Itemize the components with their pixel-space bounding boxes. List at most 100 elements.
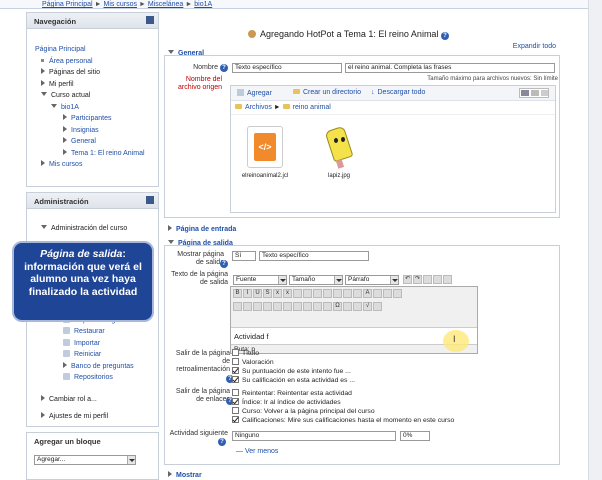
ltr-icon[interactable] <box>383 289 392 298</box>
checkbox[interactable] <box>232 398 239 405</box>
rtl-icon[interactable] <box>393 289 402 298</box>
show-exit-select[interactable]: Sí <box>232 251 256 261</box>
align-center-icon[interactable] <box>303 289 312 298</box>
link-icon[interactable] <box>273 302 282 311</box>
spellcheck-icon[interactable]: √ <box>363 302 372 311</box>
dock-icon[interactable] <box>146 16 154 24</box>
show-section-header[interactable]: Mostrar <box>168 471 202 479</box>
checkbox-option[interactable]: Su puntuación de este intento fue ... <box>232 367 351 376</box>
admin-item[interactable]: Banco de preguntas <box>33 361 152 373</box>
add-file-button[interactable]: Agregar <box>237 89 272 97</box>
file-item[interactable]: lapiz.jpg <box>313 125 365 179</box>
find-icon[interactable] <box>423 275 432 284</box>
nav-item[interactable]: Páginas del sitio <box>33 67 152 79</box>
replace-icon[interactable] <box>433 275 442 284</box>
create-folder-button[interactable]: Crear un directorio <box>293 89 361 96</box>
help-icon[interactable]: ? <box>440 32 449 40</box>
special-char-icon[interactable]: Ω <box>333 302 342 311</box>
unlink-icon[interactable] <box>283 302 292 311</box>
checkbox[interactable] <box>232 367 239 374</box>
numbered-list-icon[interactable] <box>243 302 252 311</box>
emoticon-icon[interactable] <box>323 302 332 311</box>
align-left-icon[interactable] <box>293 289 302 298</box>
admin-item[interactable]: Administración del curso <box>33 223 152 235</box>
font-select[interactable]: Fuente <box>233 275 287 285</box>
superscript-icon[interactable]: x <box>283 289 292 298</box>
exit-text-source-select[interactable]: Texto específico <box>259 251 369 261</box>
bold-icon[interactable]: B <box>233 289 242 298</box>
editor-content[interactable]: Actividad f <box>231 327 477 345</box>
breadcrumb-category[interactable]: Miscelánea <box>148 1 183 8</box>
nav-item[interactable]: bio1A <box>33 102 152 114</box>
image-icon[interactable] <box>303 302 312 311</box>
nav-item[interactable]: Página Principal <box>33 44 152 56</box>
nav-item[interactable]: Mis cursos <box>33 159 152 171</box>
nav-item[interactable]: Área personal <box>33 56 152 68</box>
clean-icon[interactable] <box>333 289 342 298</box>
background-color-icon[interactable] <box>373 289 382 298</box>
breadcrumb-home[interactable]: Página Principal <box>42 1 93 8</box>
bullet-list-icon[interactable] <box>233 302 242 311</box>
name-input[interactable]: el reino animal. Completa las frases <box>345 63 555 73</box>
admin-item[interactable]: Importar <box>33 338 152 350</box>
checkbox[interactable] <box>232 349 239 356</box>
breadcrumb-my-courses[interactable]: Mis cursos <box>104 1 137 8</box>
admin-item[interactable]: Repositorios <box>33 372 152 384</box>
paste-text-icon[interactable] <box>343 289 352 298</box>
admin-item[interactable]: Ajustes de mi perfil <box>33 411 152 423</box>
list-view-icon[interactable] <box>531 90 539 96</box>
see-less-link[interactable]: — Ver menos <box>236 448 278 455</box>
undo-icon[interactable]: ↶ <box>403 275 412 284</box>
scrollbar[interactable] <box>588 0 602 480</box>
next-activity-select[interactable]: Ninguno <box>232 431 396 441</box>
grid-view-icon[interactable] <box>521 90 529 96</box>
nav-item[interactable]: General <box>33 136 152 148</box>
name-source-select[interactable]: Texto específico <box>232 63 342 73</box>
align-right-icon[interactable] <box>313 289 322 298</box>
checkbox[interactable] <box>232 389 239 396</box>
nolink-icon[interactable] <box>373 302 382 311</box>
checkbox[interactable] <box>232 416 239 423</box>
nav-item[interactable]: Curso actual <box>33 90 152 102</box>
redo-icon[interactable]: ↷ <box>413 275 422 284</box>
subscript-icon[interactable]: x <box>273 289 282 298</box>
checkbox-option[interactable]: Calificaciones: Mire sus calificaciones … <box>232 416 454 425</box>
checkbox-option[interactable]: Valoración <box>232 358 274 367</box>
entry-page-section-header[interactable]: Página de entrada <box>168 225 236 233</box>
checkbox-option[interactable]: Su calificación en esta actividad es ... <box>232 376 355 385</box>
tree-view-icon[interactable] <box>541 90 548 96</box>
expand-all-link[interactable]: Expandir todo <box>513 43 556 50</box>
paragraph-select[interactable]: Párrafo <box>345 275 399 285</box>
checkbox-option[interactable]: Curso: Volver a la página principal del … <box>232 407 375 416</box>
breadcrumb-course[interactable]: bio1A <box>194 1 212 8</box>
paste-word-icon[interactable] <box>353 289 362 298</box>
table-icon[interactable] <box>343 302 352 311</box>
html-icon[interactable] <box>353 302 362 311</box>
strike-icon[interactable]: S <box>263 289 272 298</box>
admin-item[interactable]: Reiniciar <box>33 349 152 361</box>
nav-item[interactable]: Mi perfil <box>33 79 152 91</box>
checkbox[interactable] <box>232 376 239 383</box>
nav-item[interactable]: Insignias <box>33 125 152 137</box>
next-activity-percent-select[interactable]: 0% <box>400 431 430 441</box>
size-select[interactable]: Tamaño <box>289 275 343 285</box>
path-root[interactable]: Archivos <box>245 104 272 111</box>
checkbox[interactable] <box>232 407 239 414</box>
media-icon[interactable] <box>313 302 322 311</box>
view-mode-toggle[interactable] <box>519 88 549 98</box>
indent-icon[interactable] <box>263 302 272 311</box>
outdent-icon[interactable] <box>253 302 262 311</box>
file-item[interactable]: </> elreinoanimal2.jcl <box>239 126 291 179</box>
anchor-icon[interactable] <box>293 302 302 311</box>
text-color-icon[interactable]: A <box>363 289 372 298</box>
checkbox-option[interactable]: Reintentar: Reintentar esta actividad <box>232 389 352 398</box>
help-icon[interactable]: ? <box>220 64 228 72</box>
underline-icon[interactable]: U <box>253 289 262 298</box>
italic-icon[interactable]: I <box>243 289 252 298</box>
checkbox-option[interactable]: Índice: Ir al índice de actividades <box>232 398 341 407</box>
fullscreen-icon[interactable] <box>443 275 452 284</box>
download-all-button[interactable]: ↓ Descargar todo <box>371 89 425 96</box>
nav-item[interactable]: Tema 1: El reino Animal <box>33 148 152 160</box>
admin-item[interactable]: Cambiar rol a... <box>33 394 152 406</box>
checkbox[interactable] <box>232 358 239 365</box>
